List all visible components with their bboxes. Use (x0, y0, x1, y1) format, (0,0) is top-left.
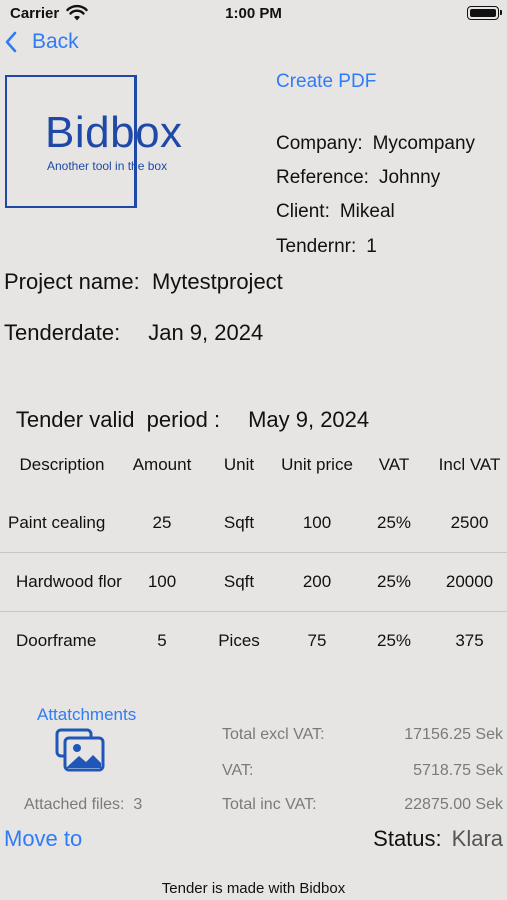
tendernr-value: 1 (366, 236, 377, 257)
vat-value: 5718.75 Sek (413, 762, 503, 779)
photos-icon[interactable] (55, 728, 107, 774)
cell-unit: Sqft (223, 512, 255, 532)
header-amount: Amount (132, 455, 192, 474)
cell-vat: 25% (376, 512, 412, 532)
header-vat: VAT (378, 455, 410, 474)
table-row[interactable]: Doorframe 5 Pices 75 25% 375 (0, 610, 507, 670)
table-row[interactable]: Hardwood flor 100 Sqft 200 25% 20000 (0, 551, 507, 611)
total-inc-vat-label: Total inc VAT: (222, 796, 317, 813)
back-button[interactable]: Back (4, 28, 79, 56)
company-value: Mycompany (372, 133, 476, 154)
reference-row: Reference: Johnny (276, 167, 440, 189)
status-value: Klara (451, 826, 503, 851)
table-row[interactable]: Paint cealing 25 Sqft 100 25% 2500 (0, 493, 507, 552)
cell-unit-price: 200 (278, 551, 356, 611)
cell-incl-vat: 20000 (432, 551, 507, 611)
company-label: Company: (276, 133, 363, 154)
valid-period-label: Tender valid period : (15, 407, 221, 432)
cell-vat: 25% (356, 551, 432, 611)
items-table: Description Amount Unit Unit price VAT I… (0, 437, 507, 670)
vat-label: VAT: (222, 762, 254, 779)
cell-amount: 25 (152, 512, 172, 532)
company-row: Company: Mycompany (276, 133, 475, 155)
header-incl-vat: Incl VAT (438, 455, 501, 474)
total-excl-vat-value: 17156.25 Sek (404, 726, 503, 743)
cell-amount: 5 (124, 610, 200, 670)
client-label: Client: (276, 201, 330, 222)
project-name-value: Mytestproject (151, 269, 283, 294)
chevron-left-icon (5, 31, 17, 53)
attached-files-value: 3 (133, 796, 143, 813)
tendernr-row: Tendernr: 1 (276, 236, 377, 258)
logo-tagline: Another tool in the box (47, 159, 168, 173)
cell-unit: Sqft (200, 551, 278, 611)
attached-files-count: Attached files: 3 (24, 796, 142, 814)
tender-date-row: Tenderdate: Jan 9, 2024 (4, 320, 263, 346)
tender-date-label: Tenderdate: (4, 320, 121, 345)
battery-icon (467, 6, 502, 20)
cell-description: Hardwood flor (0, 551, 124, 611)
header-unit-price: Unit price (281, 455, 353, 474)
header-description: Description (19, 455, 105, 474)
cell-description: Paint cealing (8, 512, 106, 532)
attached-files-label: Attached files: (24, 796, 125, 813)
project-name-row: Project name: Mytestproject (4, 269, 283, 295)
header-unit: Unit (223, 455, 255, 474)
valid-period-row: Tender valid period : May 9, 2024 (4, 381, 369, 433)
back-label: Back (32, 30, 79, 53)
cell-unit-price: 100 (302, 512, 332, 532)
tender-date-value[interactable]: Jan 9, 2024 (148, 320, 263, 345)
valid-period-value[interactable]: May 9, 2024 (248, 407, 369, 432)
attachments-button[interactable]: Attatchments (37, 705, 136, 725)
cell-incl-vat: 375 (432, 610, 507, 670)
cell-amount: 100 (124, 551, 200, 611)
tendernr-label: Tendernr: (276, 236, 357, 257)
cell-unit-price: 75 (278, 610, 356, 670)
cell-incl-vat: 2500 (450, 512, 489, 532)
cell-vat: 25% (356, 610, 432, 670)
cell-description: Doorframe (0, 610, 124, 670)
table-header-row: Description Amount Unit Unit price VAT I… (0, 437, 507, 493)
reference-value: Johnny (378, 167, 441, 188)
cell-unit: Pices (200, 610, 278, 670)
client-value: Mikeal (339, 201, 395, 222)
logo-wordmark: Bidbox (45, 108, 183, 157)
status-label: Status: (373, 826, 442, 851)
move-to-button[interactable]: Move to (4, 826, 82, 852)
status-time: 1:00 PM (225, 5, 282, 22)
status-row[interactable]: Status: Klara (373, 826, 503, 852)
create-pdf-button[interactable]: Create PDF (276, 71, 376, 93)
client-row: Client: Mikeal (276, 201, 395, 223)
total-excl-vat-label: Total excl VAT: (222, 726, 325, 743)
project-name-label: Project name: (4, 269, 140, 294)
footer-note: Tender is made with Bidbox (161, 880, 346, 897)
total-inc-vat-value: 22875.00 Sek (404, 796, 503, 813)
reference-label: Reference: (276, 167, 369, 188)
